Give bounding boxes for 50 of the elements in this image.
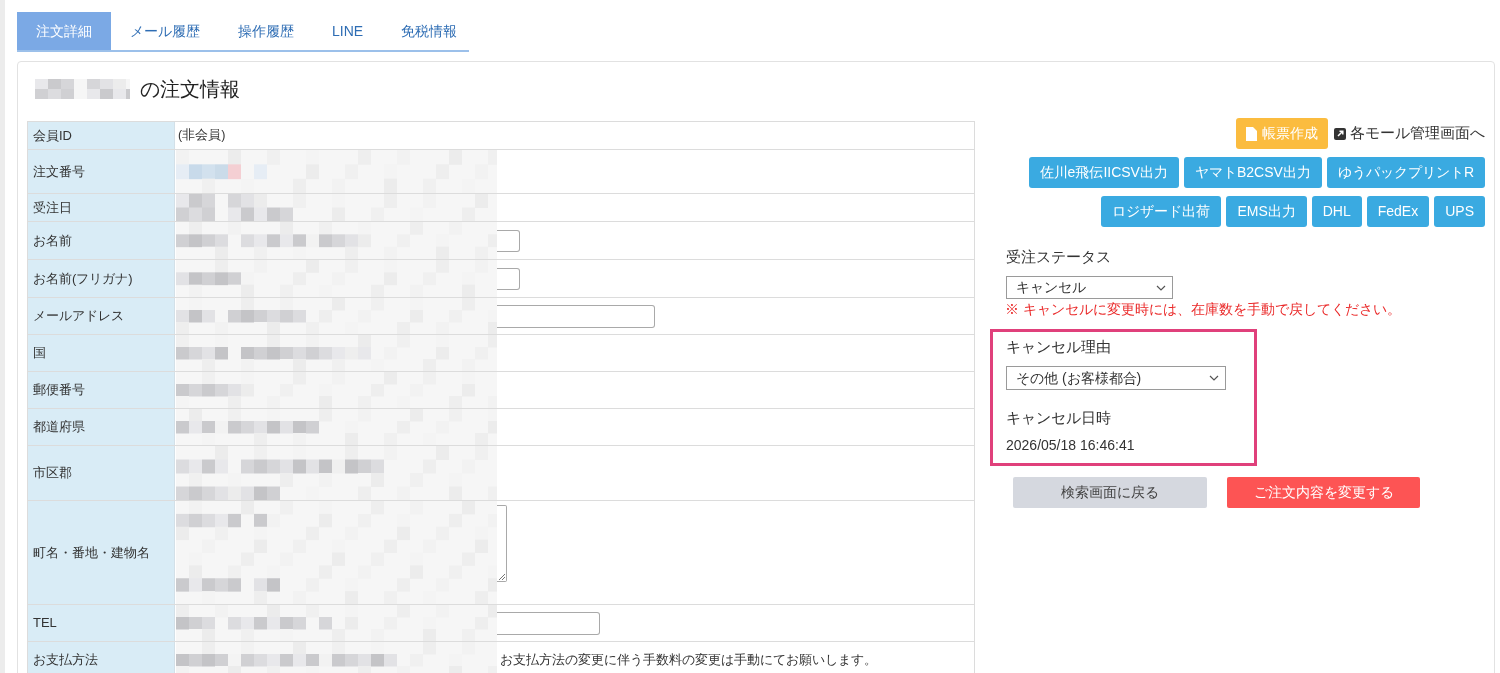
shipping-export-button[interactable]: FedEx (1366, 196, 1430, 227)
field-label: 市区郡 (28, 446, 175, 500)
document-create-button[interactable]: 帳票作成 (1236, 118, 1328, 149)
field-label: お支払方法 (28, 642, 175, 673)
cancel-reason-select[interactable]: その他 (お客様都合) (1006, 366, 1226, 390)
document-icon (1246, 126, 1257, 141)
textarea-field[interactable] (497, 505, 507, 582)
shipping-export-button[interactable]: DHL (1311, 196, 1362, 227)
page-title: の注文情報 (140, 77, 240, 102)
input-field[interactable] (497, 267, 520, 290)
input-field[interactable] (497, 229, 520, 252)
field-label: 郵便番号 (28, 372, 175, 408)
field-label: 会員ID (28, 122, 175, 149)
tab[interactable]: 注文詳細 (17, 12, 111, 50)
status-label: 受注ステータス (1006, 248, 1111, 266)
tab[interactable]: LINE (313, 12, 383, 50)
field-label: 国 (28, 335, 175, 371)
cancel-stock-warning: ※ キャンセルに変更時には、在庫数を手動で戻してください。 (1005, 302, 1401, 318)
shipping-export-button[interactable]: UPS (1434, 196, 1485, 227)
shipping-export-button[interactable]: 佐川e飛伝IICSV出力 (1028, 157, 1179, 188)
field-label: メールアドレス (28, 298, 175, 334)
input-field[interactable] (497, 611, 600, 635)
external-link-icon (1334, 127, 1346, 140)
field-label: 都道府県 (28, 409, 175, 445)
shipping-export-button[interactable]: ヤマトB2CSV出力 (1183, 157, 1322, 188)
field-note: お支払方法の変更に伴う手数料の変更は手動にてお願いします。 (500, 651, 877, 670)
back-to-search-button[interactable]: 検索画面に戻る (1013, 477, 1207, 508)
chevron-down-icon (1156, 284, 1166, 291)
tab[interactable]: 免税情報 (382, 12, 477, 50)
shipping-export-button[interactable]: EMS出力 (1226, 196, 1307, 227)
input-field[interactable] (497, 304, 655, 328)
field-value: (非会員) (177, 127, 226, 145)
shipping-export-button[interactable]: ロジザード出荷 (1101, 196, 1222, 227)
tab[interactable]: メール履歴 (111, 12, 219, 50)
mall-admin-link[interactable]: 各モール管理画面へ (1334, 122, 1485, 145)
cancel-date-label: キャンセル日時 (1006, 409, 1111, 427)
field-label: お名前(フリガナ) (28, 260, 175, 297)
field-label: TEL (28, 605, 175, 641)
resize-grip-icon[interactable] (499, 574, 505, 580)
status-select[interactable]: キャンセル (1006, 276, 1173, 299)
cancel-date-value: 2026/05/18 16:46:41 (1006, 436, 1135, 454)
field-label: お名前 (28, 222, 175, 259)
field-label: 受注日 (28, 194, 175, 221)
tab[interactable]: 操作履歴 (219, 12, 313, 50)
chevron-down-icon (1209, 375, 1219, 381)
update-order-button[interactable]: ご注文内容を変更する (1227, 477, 1420, 508)
field-label: 注文番号 (28, 150, 175, 193)
shipping-export-button[interactable]: ゆうパックプリントR (1326, 157, 1485, 188)
cancel-reason-label: キャンセル理由 (1006, 338, 1111, 356)
field-label: 町名・番地・建物名 (28, 501, 175, 604)
